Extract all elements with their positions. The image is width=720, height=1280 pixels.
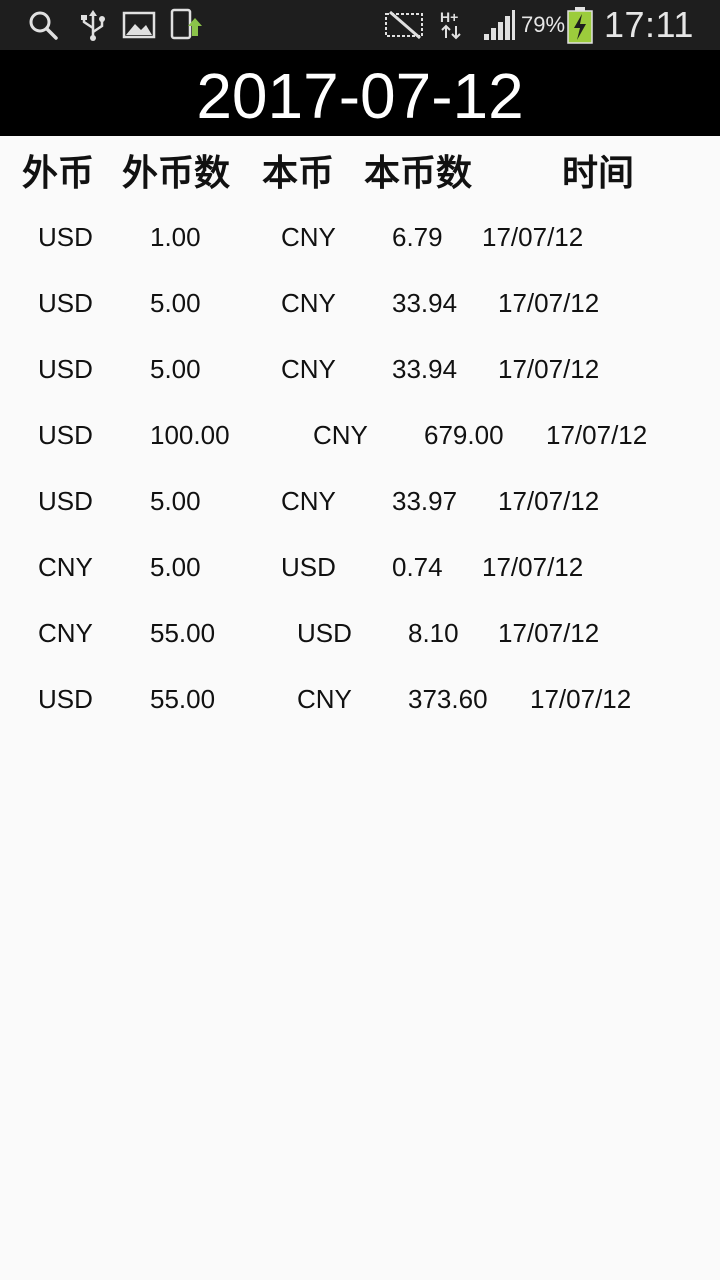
to-currency: USD <box>297 618 352 648</box>
to-amount: 0.74 <box>392 552 443 582</box>
image-icon <box>122 11 156 39</box>
list-item[interactable]: USD 5.00 CNY 33.94 17/07/12 <box>0 338 720 404</box>
from-amount: 5.00 <box>150 552 201 582</box>
list-item[interactable]: USD 5.00 CNY 33.97 17/07/12 <box>0 470 720 536</box>
to-amount: 679.00 <box>424 420 504 450</box>
date: 17/07/12 <box>498 618 600 648</box>
date: 17/07/12 <box>498 288 600 318</box>
to-currency: CNY <box>281 486 336 516</box>
header-foreign-currency: 外币 <box>22 153 95 194</box>
to-currency: CNY <box>313 420 368 450</box>
table-header: 外币 外币数 本币 本币数 时间 <box>0 136 720 196</box>
to-currency: CNY <box>297 684 352 714</box>
list-item[interactable]: USD 55.00 CNY 373.60 17/07/12 <box>0 668 720 734</box>
to-amount: 8.10 <box>408 618 459 648</box>
to-currency: CNY <box>281 222 336 252</box>
signal-muted-icon <box>385 10 423 40</box>
list-item[interactable]: USD 100.00 CNY 679.00 17/07/12 <box>0 404 720 470</box>
battery-charging-icon <box>567 7 593 44</box>
from-amount: 55.00 <box>150 618 216 648</box>
from-amount: 5.00 <box>150 288 201 318</box>
date: 17/07/12 <box>498 354 600 384</box>
h-plus-data-icon: H+ <box>440 9 461 40</box>
list-item[interactable]: USD 5.00 CNY 33.94 17/07/12 <box>0 272 720 338</box>
date: 17/07/12 <box>498 486 600 516</box>
from-currency: CNY <box>38 618 93 648</box>
search-icon <box>29 11 58 40</box>
to-currency: CNY <box>281 354 336 384</box>
list-item[interactable]: CNY 5.00 USD 0.74 17/07/12 <box>0 536 720 602</box>
page-title: 2017-07-12 <box>196 60 524 132</box>
from-amount: 55.00 <box>150 684 216 714</box>
to-currency: CNY <box>281 288 336 318</box>
from-amount: 5.00 <box>150 354 201 384</box>
to-amount: 33.97 <box>392 486 458 516</box>
header-local-amount: 本币数 <box>364 153 473 194</box>
from-currency: USD <box>38 420 93 450</box>
svg-text:H+: H+ <box>440 9 458 25</box>
date: 17/07/12 <box>482 222 584 252</box>
date: 17/07/12 <box>530 684 632 714</box>
date: 17/07/12 <box>482 552 584 582</box>
from-currency: USD <box>38 354 93 384</box>
header-time: 时间 <box>562 153 635 194</box>
to-amount: 373.60 <box>408 684 488 714</box>
date: 17/07/12 <box>546 420 648 450</box>
header-foreign-amount: 外币数 <box>122 153 231 194</box>
from-amount: 1.00 <box>150 222 201 252</box>
to-amount: 6.79 <box>392 222 443 252</box>
from-amount: 100.00 <box>150 420 230 450</box>
status-bar: H+ 79% 17:11 <box>0 0 720 50</box>
from-currency: USD <box>38 222 93 252</box>
cell-signal-icon <box>484 10 515 40</box>
to-amount: 33.94 <box>392 288 458 318</box>
to-currency: USD <box>281 552 336 582</box>
phone-sync-icon <box>170 8 202 40</box>
title-bar: 2017-07-12 <box>0 50 720 136</box>
list-item[interactable]: USD 1.00 CNY 6.79 17/07/12 <box>0 206 720 272</box>
from-currency: USD <box>38 684 93 714</box>
to-amount: 33.94 <box>392 354 458 384</box>
from-amount: 5.00 <box>150 486 201 516</box>
usb-icon <box>81 10 105 41</box>
from-currency: USD <box>38 486 93 516</box>
from-currency: CNY <box>38 552 93 582</box>
from-currency: USD <box>38 288 93 318</box>
list-item[interactable]: CNY 55.00 USD 8.10 17/07/12 <box>0 602 720 668</box>
battery-percent: 79% <box>521 12 566 37</box>
clock: 17:11 <box>604 4 694 45</box>
header-local-currency: 本币 <box>262 153 335 194</box>
